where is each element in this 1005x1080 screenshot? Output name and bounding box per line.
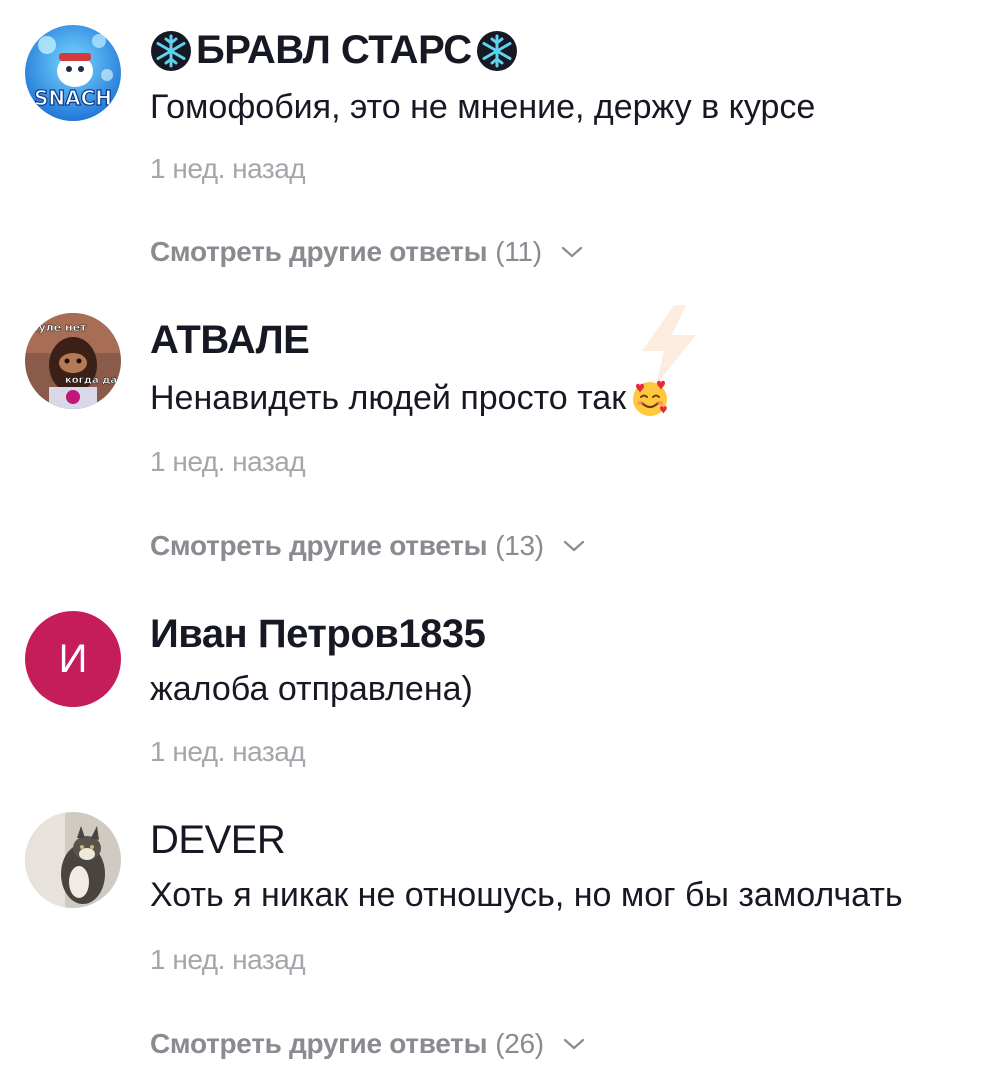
username[interactable]: DEVER (150, 818, 286, 863)
comment-text: Хоть я никак не отношусь, но мог бы замо… (150, 876, 903, 914)
comment-text: Гомофобия, это не мнение, держу в курсе (150, 88, 816, 126)
snowflake-icon (476, 30, 518, 72)
avatar-badge-text: SNACH (34, 86, 112, 110)
snowflake-icon (150, 30, 192, 72)
view-replies-label: Смотреть другие ответы (150, 530, 488, 561)
timestamp: 1 нед. назад (150, 736, 306, 767)
replies-count: (13) (495, 530, 544, 561)
username[interactable]: АТВАЛЕ (150, 318, 310, 363)
timestamp: 1 нед. назад (150, 446, 306, 477)
username[interactable]: Иван Петров1835 (150, 612, 486, 657)
timestamp: 1 нед. назад (150, 944, 306, 975)
avatar[interactable]: SNACH (25, 25, 121, 121)
avatar[interactable] (25, 812, 121, 908)
view-more-replies-button[interactable]: Смотреть другие ответы (11) (150, 236, 584, 268)
username-label: БРАВЛ СТАРС (196, 28, 472, 72)
view-replies-label: Смотреть другие ответы (150, 1028, 488, 1059)
comment-text: жалоба отправлена) (150, 670, 473, 708)
username[interactable]: БРАВЛ СТАРС (150, 28, 518, 73)
smiling-face-with-hearts-emoji (630, 378, 670, 418)
avatar[interactable]: И (25, 611, 121, 707)
chevron-down-icon (562, 538, 586, 554)
view-more-replies-button[interactable]: Смотреть другие ответы (26) (150, 1028, 586, 1060)
view-more-replies-button[interactable]: Смотреть другие ответы (13) (150, 530, 586, 562)
avatar[interactable]: куле нет когда да (25, 313, 121, 409)
chevron-down-icon (562, 1036, 586, 1052)
view-replies-label: Смотреть другие ответы (150, 236, 488, 267)
comment-text-label: Ненавидеть людей просто так (150, 378, 627, 417)
comment-text: Ненавидеть людей просто так (150, 378, 674, 418)
avatar-caption-top: куле нет (31, 321, 87, 334)
replies-count: (11) (495, 236, 542, 267)
chevron-down-icon (560, 244, 584, 260)
timestamp: 1 нед. назад (150, 153, 306, 184)
replies-count: (26) (495, 1028, 544, 1059)
avatar-caption-bottom: когда да (65, 375, 117, 386)
